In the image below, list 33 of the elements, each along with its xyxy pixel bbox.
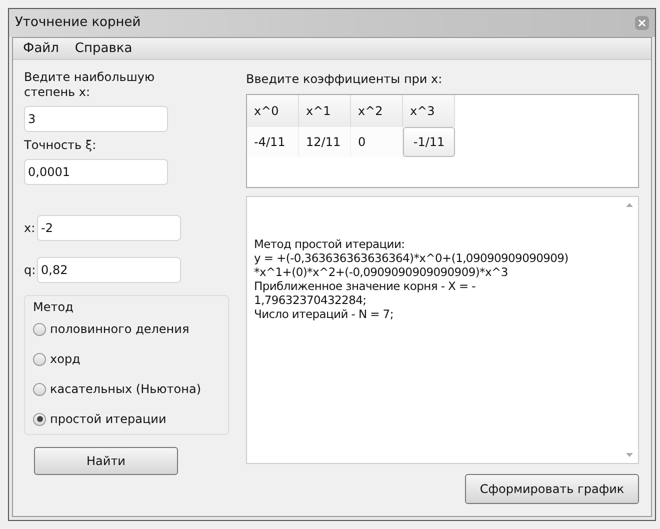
find-button[interactable]: Найти: [34, 447, 178, 475]
group-title: Метод: [33, 299, 74, 316]
result-line: 1,79632370432284;: [254, 293, 368, 307]
field-label: Ведите наибольшую степень x:: [24, 70, 156, 100]
column-header[interactable]: x^2: [351, 95, 403, 127]
input-field[interactable]: 3: [24, 106, 168, 132]
plot-button[interactable]: Сформировать график: [465, 474, 639, 504]
field-label: x:: [24, 220, 36, 237]
input-field[interactable]: 0,82: [37, 257, 181, 283]
result-line: y = +(-0,363636363636364)*x^0+(1,09090909090909): [254, 251, 570, 265]
table-cell[interactable]: -1/11: [403, 127, 455, 157]
input-field[interactable]: -2: [37, 215, 181, 241]
result-line: *x^1+(0)*x^2+(-0,0909090909090909)*x^3: [254, 265, 509, 279]
column-header[interactable]: x^1: [299, 95, 351, 127]
menu-item[interactable]: Справка: [74, 38, 132, 58]
scroll-down-icon[interactable]: [626, 453, 633, 457]
menu-item[interactable]: Файл: [23, 38, 59, 58]
column-header[interactable]: x^0: [247, 95, 299, 127]
input-field[interactable]: 0,0001: [24, 159, 168, 185]
result-line: Приближенное значение корня - X = -: [254, 279, 477, 293]
result-line: Число итераций - N = 7;: [254, 307, 394, 321]
coefficients-label: Введите коэффициенты при x:: [246, 71, 444, 88]
scroll-up-icon[interactable]: [626, 203, 633, 207]
field-label: q:: [24, 262, 36, 279]
close-icon[interactable]: [635, 16, 649, 30]
radio-option[interactable]: простой итерации: [33, 410, 220, 428]
result-line: Метод простой итерации:: [254, 237, 406, 251]
column-header[interactable]: x^3: [403, 95, 455, 127]
radio-option[interactable]: касательных (Ньютона): [33, 380, 220, 398]
field-label: Точность ξ:: [24, 138, 98, 153]
window-title: Уточнение корней: [15, 14, 141, 32]
radio-option[interactable]: половинного деления: [33, 320, 220, 338]
radio-option[interactable]: хорд: [33, 350, 220, 368]
